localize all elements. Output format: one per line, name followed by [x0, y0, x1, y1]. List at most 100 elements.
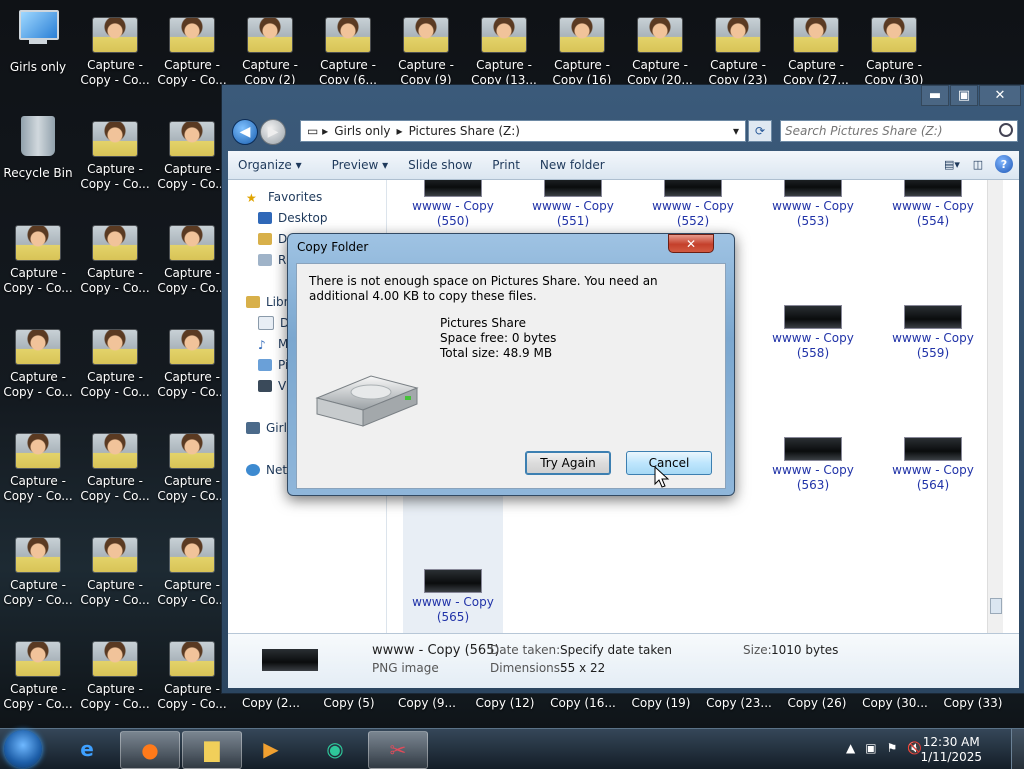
- nav-desktop[interactable]: Desktop: [258, 211, 328, 225]
- file-item[interactable]: wwww - Copy (563): [763, 438, 863, 493]
- nav-music[interactable]: ♪ M: [258, 337, 288, 352]
- show-hidden-icons[interactable]: ▲: [846, 741, 855, 755]
- chevron-down-icon[interactable]: ▾: [733, 124, 739, 138]
- dialog-title: Copy Folder: [297, 240, 369, 254]
- network-tray-icon[interactable]: ▣: [865, 741, 876, 755]
- desktop-icon-capture[interactable]: Capture - Copy - Co...: [0, 642, 76, 742]
- file-item[interactable]: wwww - Copy (564): [883, 438, 983, 493]
- desktop-icon-recycle-bin[interactable]: Recycle Bin: [0, 112, 76, 212]
- minimize-button[interactable]: ▬: [921, 85, 949, 106]
- nav-pictures[interactable]: Pi: [258, 358, 288, 372]
- desktop-icon-label-partial[interactable]: Copy (9...: [389, 696, 465, 714]
- slide-show-button[interactable]: Slide show: [398, 158, 482, 172]
- print-button[interactable]: Print: [482, 158, 530, 172]
- desktop-icon-capture[interactable]: Capture - Copy - Co...: [0, 226, 76, 326]
- desktop-icon-capture[interactable]: Capture - Copy - Co...: [154, 434, 230, 534]
- back-button[interactable]: ◀: [232, 119, 258, 145]
- search-box[interactable]: [780, 120, 1018, 142]
- preview-button[interactable]: Preview ▾: [312, 158, 399, 172]
- views-icon[interactable]: ▤▾: [943, 155, 961, 173]
- nav-girls-only[interactable]: Girl: [246, 421, 287, 435]
- file-item[interactable]: wwww - Copy (554): [883, 180, 983, 229]
- nav-videos[interactable]: Vi: [258, 379, 289, 393]
- desktop-icon-capture[interactable]: Capture - Copy - Co...: [77, 226, 153, 326]
- file-item-selected[interactable]: wwww - Copy (565): [403, 480, 503, 633]
- desktop-icon-capture[interactable]: Capture - Copy - Co...: [0, 330, 76, 430]
- file-item[interactable]: wwww - Copy (550): [403, 180, 503, 229]
- breadcrumb-girls-only[interactable]: Girls only: [334, 124, 390, 138]
- scrollbar-thumb[interactable]: [990, 598, 1002, 614]
- desktop-icon-capture[interactable]: Capture - Copy - Co...: [77, 642, 153, 742]
- desktop-icon-label-partial[interactable]: Copy (19): [623, 696, 699, 714]
- address-bar[interactable]: ▭ ▸ Girls only ▸ Pictures Share (Z:) ▾: [300, 120, 746, 142]
- show-desktop-button[interactable]: [1011, 729, 1024, 769]
- desktop-icon-capture[interactable]: Capture - Copy - Co...: [154, 226, 230, 326]
- desktop-icon-capture[interactable]: Capture - Copy - Co...: [154, 122, 230, 222]
- desktop-icon-capture[interactable]: Capture - Copy - Co...: [154, 18, 230, 118]
- nav-downloads[interactable]: D: [258, 232, 287, 246]
- file-item[interactable]: wwww - Copy (553): [763, 180, 863, 229]
- desktop-icon-label-partial[interactable]: Copy (33): [935, 696, 1011, 714]
- file-item[interactable]: wwww - Copy (559): [883, 306, 983, 361]
- media-player-icon[interactable]: ▶: [242, 731, 300, 767]
- maximize-button[interactable]: ▣: [950, 85, 978, 106]
- firefox-icon[interactable]: ●: [120, 731, 180, 769]
- desktop-icon-capture[interactable]: Capture - Copy - Co...: [77, 122, 153, 222]
- chevron-right-icon[interactable]: ▸: [397, 124, 403, 138]
- help-icon[interactable]: ?: [995, 155, 1013, 173]
- desktop-icon-capture[interactable]: Capture - Copy - Co...: [154, 330, 230, 430]
- refresh-button[interactable]: ⟳: [748, 120, 772, 142]
- search-input[interactable]: [781, 121, 997, 141]
- desktop-icon-capture[interactable]: Capture - Copy - Co...: [77, 434, 153, 534]
- desktop-icon-capture[interactable]: Capture - Copy - Co...: [0, 538, 76, 638]
- dialog-close-button[interactable]: ✕: [668, 234, 714, 253]
- desktop-icon-capture[interactable]: Capture - Copy - Co...: [77, 330, 153, 430]
- start-button[interactable]: [4, 730, 42, 768]
- navigation-bar: ◀ ▶ ▭ ▸ Girls only ▸ Pictures Share (Z:)…: [222, 115, 1024, 149]
- desktop-icon-label-partial[interactable]: Copy (26): [779, 696, 855, 714]
- desktop-icon-label-partial[interactable]: Copy (2...: [233, 696, 309, 714]
- desktop-icon-label: Capture - Copy - Co...: [80, 578, 150, 607]
- desktop-icon-label-partial[interactable]: Copy (23...: [701, 696, 777, 714]
- desktop-icon-label: Copy (2...: [241, 696, 300, 710]
- breadcrumb-pictures-share[interactable]: Pictures Share (Z:): [409, 124, 520, 138]
- file-explorer-icon[interactable]: ▇: [182, 731, 242, 769]
- file-number: (564): [916, 478, 950, 492]
- file-item[interactable]: wwww - Copy (552): [643, 180, 743, 229]
- app-swirl-icon[interactable]: ◉: [306, 731, 364, 767]
- nav-libraries[interactable]: Libr: [246, 295, 289, 309]
- snipping-tool-icon[interactable]: ✂: [368, 731, 428, 769]
- close-window-button[interactable]: ✕: [979, 85, 1021, 106]
- search-icon[interactable]: [999, 123, 1013, 137]
- organize-button[interactable]: Organize ▾: [228, 158, 312, 172]
- desktop-icon-label-partial[interactable]: Copy (16...: [545, 696, 621, 714]
- desktop-icon-capture[interactable]: Capture - Copy - Co...: [77, 18, 153, 118]
- nav-network[interactable]: Net: [246, 463, 287, 477]
- desktop-icon-capture[interactable]: Capture - Copy - Co...: [0, 434, 76, 534]
- desktop-icon-label-partial[interactable]: Copy (12): [467, 696, 543, 714]
- try-again-button[interactable]: Try Again: [525, 451, 611, 475]
- desktop-icon-capture[interactable]: Capture - Copy - Co...: [77, 538, 153, 638]
- nav-favorites[interactable]: ★ Favorites: [246, 190, 322, 205]
- vertical-scrollbar[interactable]: [987, 180, 1003, 633]
- photo-icon: [248, 18, 292, 52]
- forward-button[interactable]: ▶: [260, 119, 286, 145]
- file-item[interactable]: wwww - Copy (551): [523, 180, 623, 229]
- desktop-icon-label: Capture - Copy - Co...: [80, 474, 150, 503]
- desktop-icon-girls-only[interactable]: Girls only: [0, 8, 76, 108]
- action-center-icon[interactable]: ⚑: [887, 741, 898, 755]
- desktop-icon-label-partial[interactable]: Copy (5): [311, 696, 387, 714]
- clock[interactable]: 12:30 AM 1/11/2025: [920, 735, 982, 765]
- nav-documents[interactable]: D: [258, 316, 289, 330]
- desktop-icon-capture[interactable]: Capture - Copy - Co...: [154, 642, 230, 742]
- details-date-value[interactable]: Specify date taken: [560, 643, 672, 657]
- file-item[interactable]: wwww - Copy (558): [763, 306, 863, 361]
- new-folder-button[interactable]: New folder: [530, 158, 615, 172]
- desktop-icon-label-partial[interactable]: Copy (30...: [857, 696, 933, 714]
- desktop-icon-capture[interactable]: Capture - Copy - Co...: [154, 538, 230, 638]
- nav-recent[interactable]: R: [258, 253, 286, 267]
- file-name: wwww - Copy: [412, 199, 494, 213]
- preview-pane-icon[interactable]: ◫: [969, 155, 987, 173]
- videos-icon: [258, 380, 272, 392]
- internet-explorer-icon[interactable]: e: [58, 731, 116, 767]
